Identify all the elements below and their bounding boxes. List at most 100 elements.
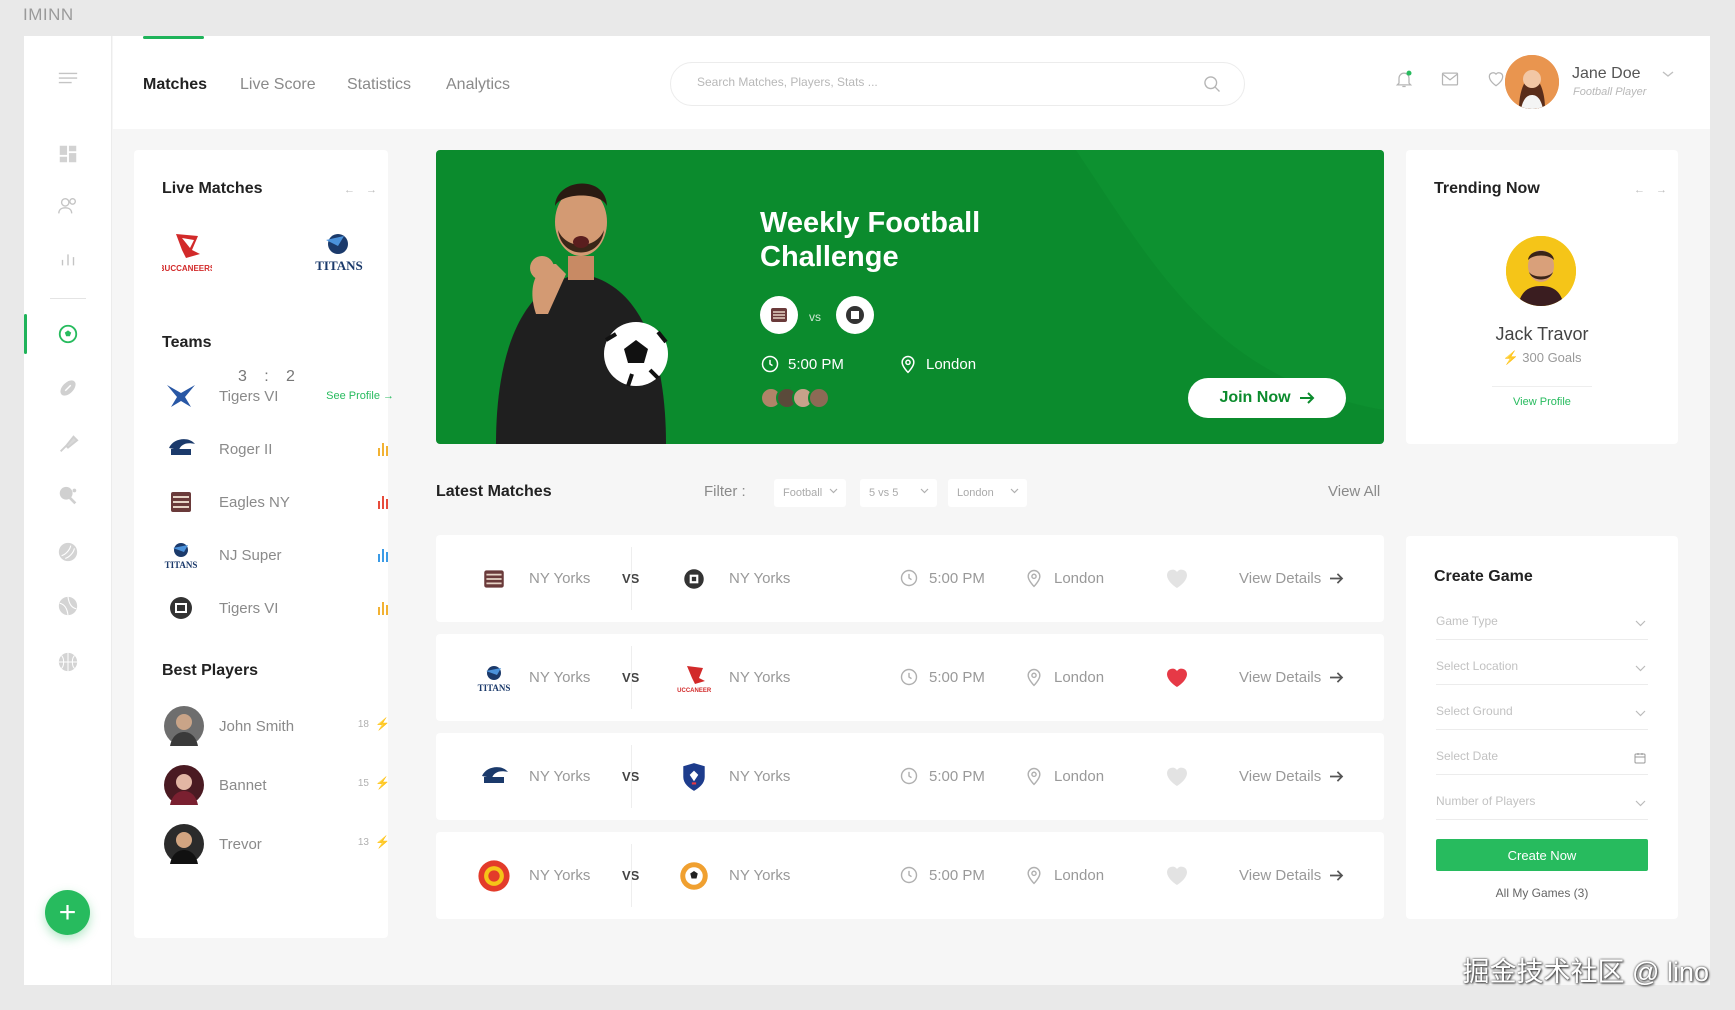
live-matches-nav[interactable]: ← → <box>344 184 381 196</box>
tab-live-score[interactable]: Live Score <box>240 76 316 94</box>
player-row[interactable]: John Smith 18 ⚡ <box>164 704 394 748</box>
away-team-logo-icon: BUCCANEERS <box>674 658 714 698</box>
tab-analytics[interactable]: Analytics <box>446 76 510 94</box>
arrow-right-icon <box>1330 771 1344 782</box>
view-details-link[interactable]: View Details <box>1239 669 1344 686</box>
team-row[interactable]: Tigers VI See Profile → <box>164 376 394 416</box>
tab-statistics[interactable]: Statistics <box>347 76 411 94</box>
game-type-select[interactable]: Game Type <box>1436 614 1648 640</box>
format-filter-select[interactable]: 5 vs 5 <box>860 479 937 507</box>
svg-text:TITANS: TITANS <box>478 683 511 693</box>
app-window: + Matches Live Score Statistics Analytic… <box>24 36 1710 985</box>
search-input[interactable] <box>697 75 1177 89</box>
player-row[interactable]: Trevor 13 ⚡ <box>164 822 394 866</box>
team-row[interactable]: Eagles NY <box>164 482 394 522</box>
location-pin-icon <box>1027 866 1041 885</box>
create-game-title: Create Game <box>1434 568 1533 585</box>
away-team-name: NY Yorks <box>729 867 791 884</box>
trending-nav[interactable]: ← → <box>1634 184 1671 196</box>
view-details-link[interactable]: View Details <box>1239 768 1344 785</box>
search-icon[interactable] <box>1202 74 1222 99</box>
player-row[interactable]: Bannet 15 ⚡ <box>164 763 394 807</box>
home-team-logo-icon <box>474 856 514 896</box>
team-logo-icon <box>164 592 198 624</box>
active-tab-underline <box>143 36 204 39</box>
favorite-heart-icon[interactable] <box>1165 666 1189 693</box>
create-game-card: Create Game Game Type Select Location Se… <box>1406 536 1678 919</box>
mail-icon[interactable] <box>1438 67 1462 91</box>
chevron-down-icon <box>1635 620 1646 627</box>
ground-select[interactable]: Select Ground <box>1436 704 1648 730</box>
table-tennis-icon[interactable] <box>50 478 86 514</box>
football-icon[interactable] <box>50 370 86 406</box>
team-name: NJ Super <box>219 547 282 564</box>
dashboard-icon[interactable] <box>50 136 86 172</box>
divider <box>631 844 632 907</box>
match-row[interactable]: TITANS NY Yorks VS BUCCANEERS NY Yorks 5… <box>436 634 1384 721</box>
match-row[interactable]: NY Yorks VS NY Yorks 5:00 PM London View… <box>436 832 1384 919</box>
top-bar: Matches Live Score Statistics Analytics … <box>113 36 1710 129</box>
divider <box>631 646 632 709</box>
players-count-select[interactable]: Number of Players <box>1436 794 1648 820</box>
match-time: 5:00 PM <box>899 865 985 885</box>
create-now-button[interactable]: Create Now <box>1436 839 1648 871</box>
location-pin-icon <box>1027 767 1041 786</box>
team-badge-icon <box>760 296 798 334</box>
away-team-name: NY Yorks <box>729 570 791 587</box>
bolt-icon: ⚡ <box>375 717 390 731</box>
location-pin-icon <box>901 355 915 374</box>
divider <box>631 547 632 610</box>
user-name[interactable]: Jane Doe <box>1572 65 1641 83</box>
location-filter-select[interactable]: London <box>948 479 1027 507</box>
view-details-link[interactable]: View Details <box>1239 570 1344 587</box>
add-button[interactable]: + <box>45 890 90 935</box>
player-name: Bannet <box>219 777 267 794</box>
view-all-link[interactable]: View All <box>1328 483 1380 500</box>
match-row[interactable]: NY Yorks VS NY Yorks 5:00 PM London View… <box>436 535 1384 622</box>
hero-location: London <box>898 354 976 374</box>
baseball-icon[interactable] <box>50 534 86 570</box>
all-my-games-link[interactable]: All My Games (3) <box>1406 886 1678 900</box>
favorite-heart-icon[interactable] <box>1165 765 1189 792</box>
menu-icon[interactable] <box>50 60 86 96</box>
trending-player-avatar[interactable] <box>1506 236 1576 306</box>
location-select[interactable]: Select Location <box>1436 659 1648 685</box>
svg-text:BUCCANEERS: BUCCANEERS <box>162 264 212 273</box>
team-row[interactable]: Roger II <box>164 429 394 469</box>
bolt-icon: ⚡ <box>375 835 390 849</box>
clock-icon <box>900 866 918 884</box>
user-avatar[interactable] <box>1505 55 1559 109</box>
date-field[interactable]: Select Date <box>1436 749 1648 775</box>
sport-filter-select[interactable]: Football <box>774 479 846 507</box>
home-team-logo-icon <box>474 559 514 599</box>
favorite-heart-icon[interactable] <box>1165 864 1189 891</box>
team-logo-icon: TITANS <box>164 539 198 571</box>
users-icon[interactable] <box>50 188 86 224</box>
chevron-down-icon[interactable] <box>1661 66 1675 84</box>
team-row[interactable]: TITANS NJ Super <box>164 535 394 575</box>
view-profile-link[interactable]: View Profile <box>1406 396 1678 408</box>
team-row[interactable]: Tigers VI <box>164 588 394 628</box>
join-now-button[interactable]: Join Now <box>1188 378 1346 418</box>
match-row[interactable]: NY Yorks VS NY Yorks 5:00 PM London View… <box>436 733 1384 820</box>
user-role: Football Player <box>1573 86 1647 98</box>
latest-matches-title: Latest Matches <box>436 483 552 500</box>
favorite-heart-icon[interactable] <box>1165 567 1189 594</box>
notification-bell-icon[interactable] <box>1392 67 1416 91</box>
participant-avatars[interactable] <box>760 387 830 409</box>
calendar-icon <box>1634 753 1646 764</box>
best-players-title: Best Players <box>162 662 259 679</box>
basketball-icon[interactable] <box>50 644 86 680</box>
view-details-link[interactable]: View Details <box>1239 867 1344 884</box>
stats-bars-icon <box>378 548 388 562</box>
brand-name: IMINN <box>23 5 74 24</box>
teams-title: Teams <box>162 334 212 351</box>
soccer-ball-icon[interactable] <box>50 316 86 352</box>
chevron-down-icon <box>1635 710 1646 717</box>
chart-icon[interactable] <box>50 240 86 276</box>
tennis-icon[interactable] <box>50 588 86 624</box>
see-profile-link[interactable]: See Profile → <box>326 390 394 402</box>
tab-matches[interactable]: Matches <box>143 76 207 94</box>
clock-icon <box>900 668 918 686</box>
badminton-icon[interactable] <box>50 426 86 462</box>
